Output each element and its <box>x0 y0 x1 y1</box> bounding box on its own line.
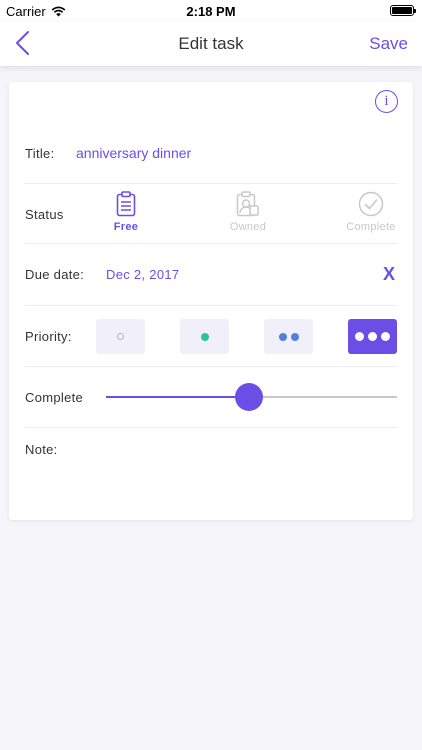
priority-dot-icon <box>368 332 377 341</box>
page-title: Edit task <box>178 34 244 53</box>
status-bar: Carrier 2:18 PM <box>0 0 422 22</box>
priority-3-button[interactable] <box>264 319 313 354</box>
status-row: Status Free Owned Complete <box>25 184 397 244</box>
status-option-owned-label: Owned <box>229 221 267 233</box>
complete-slider[interactable] <box>106 383 397 411</box>
priority-dot-icon <box>290 332 299 341</box>
title-label: Title: <box>25 146 55 161</box>
navigation-bar: Edit task Save <box>0 22 422 66</box>
complete-label: Complete <box>25 390 84 405</box>
priority-dot-icon <box>381 332 390 341</box>
edit-task-card: i Title: anniversary dinner Status Free <box>9 82 413 520</box>
complete-row: Complete <box>25 367 397 428</box>
checkmark-circle-icon <box>358 191 384 217</box>
clipboard-icon <box>116 191 136 217</box>
status-option-free[interactable]: Free <box>91 190 161 233</box>
title-row: Title: anniversary dinner <box>25 126 397 184</box>
status-option-complete[interactable]: Complete <box>336 190 406 233</box>
priority-label: Priority: <box>25 329 72 344</box>
info-button[interactable]: i <box>375 90 398 113</box>
due-date-picker[interactable]: Dec 2, 2017 <box>106 267 179 282</box>
priority-2-button[interactable] <box>180 319 229 354</box>
priority-row: Priority: <box>25 306 397 367</box>
info-icon: i <box>384 93 389 109</box>
priority-dot-icon <box>355 332 364 341</box>
note-row[interactable]: Note: <box>25 428 397 508</box>
priority-dot-icon <box>200 332 209 341</box>
status-option-complete-label: Complete <box>346 221 396 233</box>
status-option-free-label: Free <box>113 221 139 233</box>
status-option-owned[interactable]: Owned <box>213 190 283 233</box>
note-label: Note: <box>25 442 58 457</box>
complete-slider-fill <box>106 396 249 398</box>
priority-dot-icon <box>278 332 287 341</box>
priority-dot-icon <box>117 333 124 340</box>
title-input[interactable]: anniversary dinner <box>76 145 191 161</box>
due-date-row: Due date: Dec 2, 2017 X <box>25 244 397 306</box>
save-button[interactable]: Save <box>369 34 408 54</box>
status-label: Status <box>25 207 64 222</box>
complete-slider-thumb[interactable] <box>234 383 263 411</box>
priority-4-button[interactable] <box>348 319 397 354</box>
user-clipboard-icon <box>236 191 259 217</box>
status-time: 2:18 PM <box>186 4 236 19</box>
priority-1-button[interactable] <box>96 319 145 354</box>
clear-due-date-button[interactable]: X <box>383 264 395 285</box>
due-date-label: Due date: <box>25 267 85 282</box>
battery-icon <box>390 5 416 16</box>
